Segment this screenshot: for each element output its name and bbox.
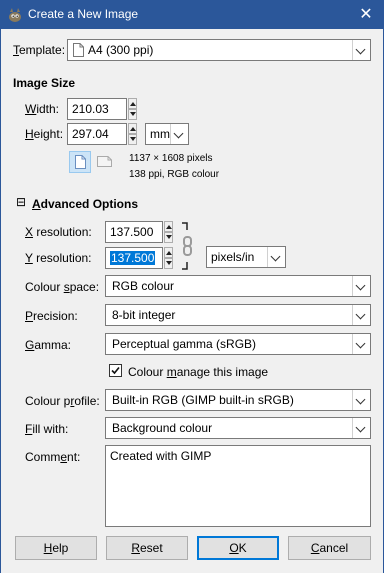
x-res-up-arrow-icon[interactable] <box>164 221 173 232</box>
resolution-info: 138 ppi, RGB colour <box>129 169 220 180</box>
height-stepper[interactable] <box>128 123 137 145</box>
precision-label: Precision: <box>25 309 78 323</box>
document-icon <box>73 43 84 57</box>
chevron-down-icon <box>352 40 370 60</box>
help-button[interactable]: Help <box>15 536 97 560</box>
comment-textarea[interactable]: Created with GIMP <box>105 445 371 527</box>
x-resolution-input[interactable]: 137.500 <box>105 221 163 243</box>
landscape-button[interactable] <box>94 151 116 173</box>
window-title: Create a New Image <box>28 7 139 21</box>
reset-button[interactable]: Reset <box>106 536 188 560</box>
x-resolution-label: X resolution: <box>25 225 92 239</box>
width-down-arrow-icon[interactable] <box>128 109 137 120</box>
image-size-heading: Image Size <box>13 76 76 90</box>
fill-with-combo[interactable]: Background colour <box>105 417 371 439</box>
height-input[interactable]: 297.04 <box>67 123 127 145</box>
template-value: A4 (300 ppi) <box>88 43 154 57</box>
comment-label: Comment: <box>25 450 81 464</box>
colour-profile-combo[interactable]: Built-in RGB (GIMP built-in sRGB) <box>105 389 371 411</box>
colour-manage-label[interactable]: Colour manage this image <box>128 365 268 379</box>
colour-space-combo[interactable]: RGB colour <box>105 275 371 297</box>
width-stepper[interactable] <box>128 98 137 120</box>
width-label: Width: <box>25 102 60 116</box>
create-image-dialog: Create a New Image ✕ Template: A4 (300 p… <box>0 0 384 573</box>
y-resolution-input[interactable]: 137.500 <box>105 247 163 269</box>
checkmark-icon <box>110 365 121 379</box>
gamma-combo[interactable]: Perceptual gamma (sRGB) <box>105 333 371 355</box>
gamma-label: Gamma: <box>25 338 72 352</box>
colour-profile-label: Colour profile: <box>25 394 100 408</box>
width-up-arrow-icon[interactable] <box>128 98 137 109</box>
gimp-wilber-icon <box>7 7 23 23</box>
precision-combo[interactable]: 8-bit integer <box>105 304 371 326</box>
width-input[interactable]: 210.03 <box>67 98 127 120</box>
size-unit-combo[interactable]: mm <box>145 123 189 145</box>
pixel-dimensions-info: 1137 × 1608 pixels <box>129 153 213 164</box>
height-up-arrow-icon[interactable] <box>128 123 137 134</box>
chevron-down-icon <box>352 390 370 410</box>
chevron-down-icon <box>352 276 370 296</box>
resolution-unit-combo[interactable]: pixels/in <box>206 246 286 268</box>
ok-button[interactable]: OK <box>197 536 279 560</box>
colour-manage-checkbox[interactable] <box>109 364 122 377</box>
template-combo[interactable]: A4 (300 ppi) <box>67 39 371 61</box>
close-icon: ✕ <box>359 6 373 23</box>
title-bar[interactable]: Create a New Image ✕ <box>1 1 383 29</box>
chevron-down-icon <box>267 247 285 267</box>
portrait-orientation-icon <box>75 155 86 172</box>
comment-text: Created with GIMP <box>110 449 212 463</box>
landscape-orientation-icon <box>97 156 112 170</box>
y-resolution-stepper[interactable] <box>164 247 173 269</box>
chevron-down-icon <box>352 418 370 438</box>
y-res-up-arrow-icon[interactable] <box>164 247 173 258</box>
chain-link-icon <box>179 222 195 273</box>
height-label: Height: <box>25 127 64 141</box>
x-resolution-stepper[interactable] <box>164 221 173 243</box>
colour-space-label: Colour space: <box>25 280 100 294</box>
dialog-content: Template: A4 (300 ppi) Image Size Width:… <box>1 29 383 573</box>
chevron-down-icon <box>352 334 370 354</box>
close-button[interactable]: ✕ <box>349 1 383 29</box>
chevron-down-icon <box>170 124 188 144</box>
resolution-chain-button[interactable] <box>179 222 195 270</box>
template-label: Template: <box>13 43 66 57</box>
y-resolution-label: Y resolution: <box>25 251 92 265</box>
fill-with-label: Fill with: <box>25 422 69 436</box>
cancel-button[interactable]: Cancel <box>288 536 371 560</box>
x-res-down-arrow-icon[interactable] <box>164 232 173 243</box>
advanced-options-expander[interactable]: Advanced Options <box>32 197 138 211</box>
y-res-down-arrow-icon[interactable] <box>164 258 173 269</box>
chevron-down-icon <box>352 305 370 325</box>
collapse-icon[interactable]: ⊟ <box>16 195 26 209</box>
height-down-arrow-icon[interactable] <box>128 134 137 145</box>
portrait-button[interactable] <box>69 151 91 173</box>
